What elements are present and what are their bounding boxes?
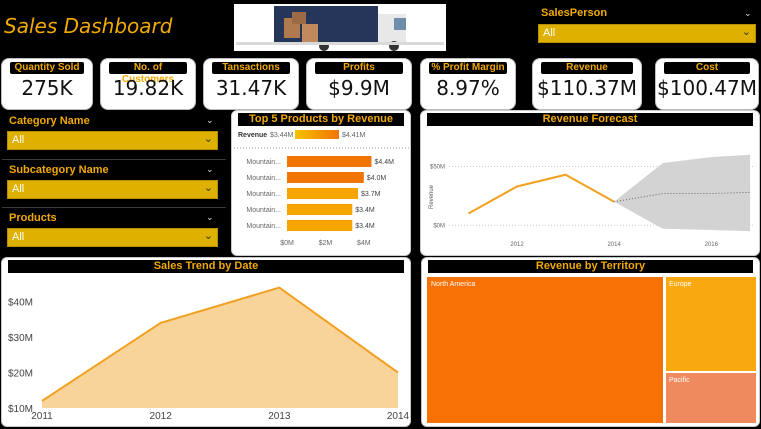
bar [287, 188, 359, 199]
subcategory-dropdown[interactable]: All ⌄ [7, 180, 218, 199]
treemap-pacific[interactable]: Pacific [665, 372, 757, 424]
bar [287, 172, 364, 183]
revenue-forecast-chart: Revenue $0M $50M 2012 2014 2016 [429, 154, 755, 248]
salesperson-label: SalesPerson [541, 7, 608, 19]
territory-panel: Revenue by Territory North America Europ… [421, 257, 760, 427]
treemap-north-america[interactable]: North America [426, 276, 664, 424]
sales-trend-panel: Sales Trend by Date $40M $30M $20M $10M 2011… [1, 257, 411, 427]
kpi-value: $100.47M [657, 76, 757, 100]
subcategory-filter-label: Subcategory Name [9, 164, 109, 176]
treemap-europe[interactable]: Europe [665, 276, 757, 372]
category-value: All [12, 134, 25, 146]
kpi-label: Quantity Sold [10, 62, 84, 74]
kpi-value: 19.82K [112, 76, 184, 100]
kpi-cost: Cost $100.47M [655, 58, 759, 110]
revenue-line [467, 173, 615, 215]
chevron-down-icon[interactable]: ⌄ [206, 164, 214, 175]
y-tick-label: $20M [8, 369, 33, 380]
x-tick-label: 2014 [607, 242, 621, 248]
truck-banner-graphic [234, 4, 446, 51]
bar-data-label: $4.4M [374, 159, 394, 166]
forecast-band [614, 154, 751, 232]
top-products-panel: Top 5 Products by Revenue Revenue $3.44M… [231, 110, 411, 256]
divider [2, 159, 226, 160]
treemap-label: Europe [669, 281, 692, 288]
kpi-value: 31.47K [215, 76, 287, 100]
products-dropdown[interactable]: All ⌄ [7, 228, 218, 247]
revenue-forecast-panel: Revenue Forecast Revenue $0M $50M 2012 2014… [420, 110, 760, 256]
truck-banner-image [234, 4, 446, 51]
chevron-down-icon: ⌄ [741, 26, 751, 38]
x-tick-label: 2011 [31, 411, 53, 422]
chevron-down-icon[interactable]: ⌄ [206, 212, 214, 223]
treemap-label: Pacific [669, 377, 690, 384]
x-tick-label: 2013 [268, 411, 291, 422]
x-tick-label: $2M [319, 240, 333, 247]
sales-trend-chart: $40M $30M $20M $10M2011 2012 2013 2014 [8, 286, 410, 422]
bar [287, 156, 372, 167]
kpi-transactions: Tansactions 31.47K [203, 58, 299, 110]
kpi-label: Tansactions [212, 62, 290, 74]
y-axis-label: Revenue [429, 184, 435, 209]
bar [287, 220, 353, 231]
chevron-down-icon: ⌄ [203, 133, 213, 145]
chevron-down-icon[interactable]: ⌄ [744, 8, 752, 19]
bar-data-label: $4.0M [367, 175, 387, 182]
y-tick-label: $40M [8, 298, 33, 309]
chevron-down-icon[interactable]: ⌄ [206, 115, 214, 126]
bar-data-label: $3.7M [361, 191, 381, 198]
bar-data-label: $3.4M [355, 207, 375, 214]
territory-title: Revenue by Territory [428, 260, 753, 273]
y-tick-label: $0M [433, 223, 445, 229]
kpi-profits: Profits $9.9M [306, 58, 412, 110]
salesperson-value: All [543, 27, 556, 39]
bar-category-label: Mountain... [246, 207, 281, 214]
x-tick-label: 2014 [387, 411, 410, 422]
chevron-down-icon: ⌄ [203, 230, 213, 242]
kpi-label: % Profit Margin [429, 62, 507, 74]
bar [287, 204, 353, 215]
dashboard-title: Sales Dashboard [4, 14, 173, 38]
kpi-label: Revenue [541, 62, 633, 74]
bar-category-label: Mountain... [246, 191, 281, 198]
kpi-label: Profits [315, 62, 403, 74]
kpi-label: No. of Customers [109, 62, 187, 85]
x-tick-label: $4M [357, 240, 371, 247]
y-tick-label: $10M [8, 404, 33, 415]
kpi-quantity-sold: Quantity Sold 275K [1, 58, 93, 110]
bar-category-label: Mountain... [246, 175, 281, 182]
kpi-revenue: Revenue $110.37M [532, 58, 642, 110]
bar-data-label: $3.4M [355, 223, 375, 230]
salesperson-dropdown[interactable]: All ⌄ [538, 24, 756, 43]
kpi-customers: No. of Customers 19.82K [100, 58, 196, 110]
x-tick-label: 2012 [150, 411, 173, 422]
products-filter-label: Products [9, 212, 57, 224]
x-tick-label: 2016 [705, 242, 719, 248]
x-tick-label: 2012 [510, 242, 524, 248]
chevron-down-icon: ⌄ [203, 182, 213, 194]
kpi-profit-margin: % Profit Margin 8.97% [420, 58, 516, 110]
x-tick-label: $0M [280, 240, 294, 247]
legend-max: $4.41M [342, 132, 366, 139]
kpi-value: $9.9M [328, 76, 390, 100]
kpi-label: Cost [664, 62, 750, 74]
y-tick-label: $50M [430, 165, 445, 171]
products-value: All [12, 231, 25, 243]
bar-category-label: Mountain... [246, 159, 281, 166]
top-products-chart: Revenue $3.44M $4.41M Mountain... $4.4M Mo… [234, 130, 410, 247]
bar-category-label: Mountain... [246, 223, 281, 230]
kpi-value: 275K [21, 76, 73, 100]
treemap-label: North America [431, 281, 476, 288]
kpi-value: $110.37M [537, 76, 637, 100]
legend-min: $3.44M [270, 132, 294, 139]
subcategory-value: All [12, 183, 25, 195]
kpi-value: 8.97% [436, 76, 500, 100]
category-filter-label: Category Name [9, 115, 90, 127]
category-dropdown[interactable]: All ⌄ [7, 131, 218, 150]
divider [2, 207, 226, 208]
legend-title: Revenue [238, 132, 267, 139]
legend-gradient [295, 130, 339, 139]
y-tick-label: $30M [8, 333, 33, 344]
